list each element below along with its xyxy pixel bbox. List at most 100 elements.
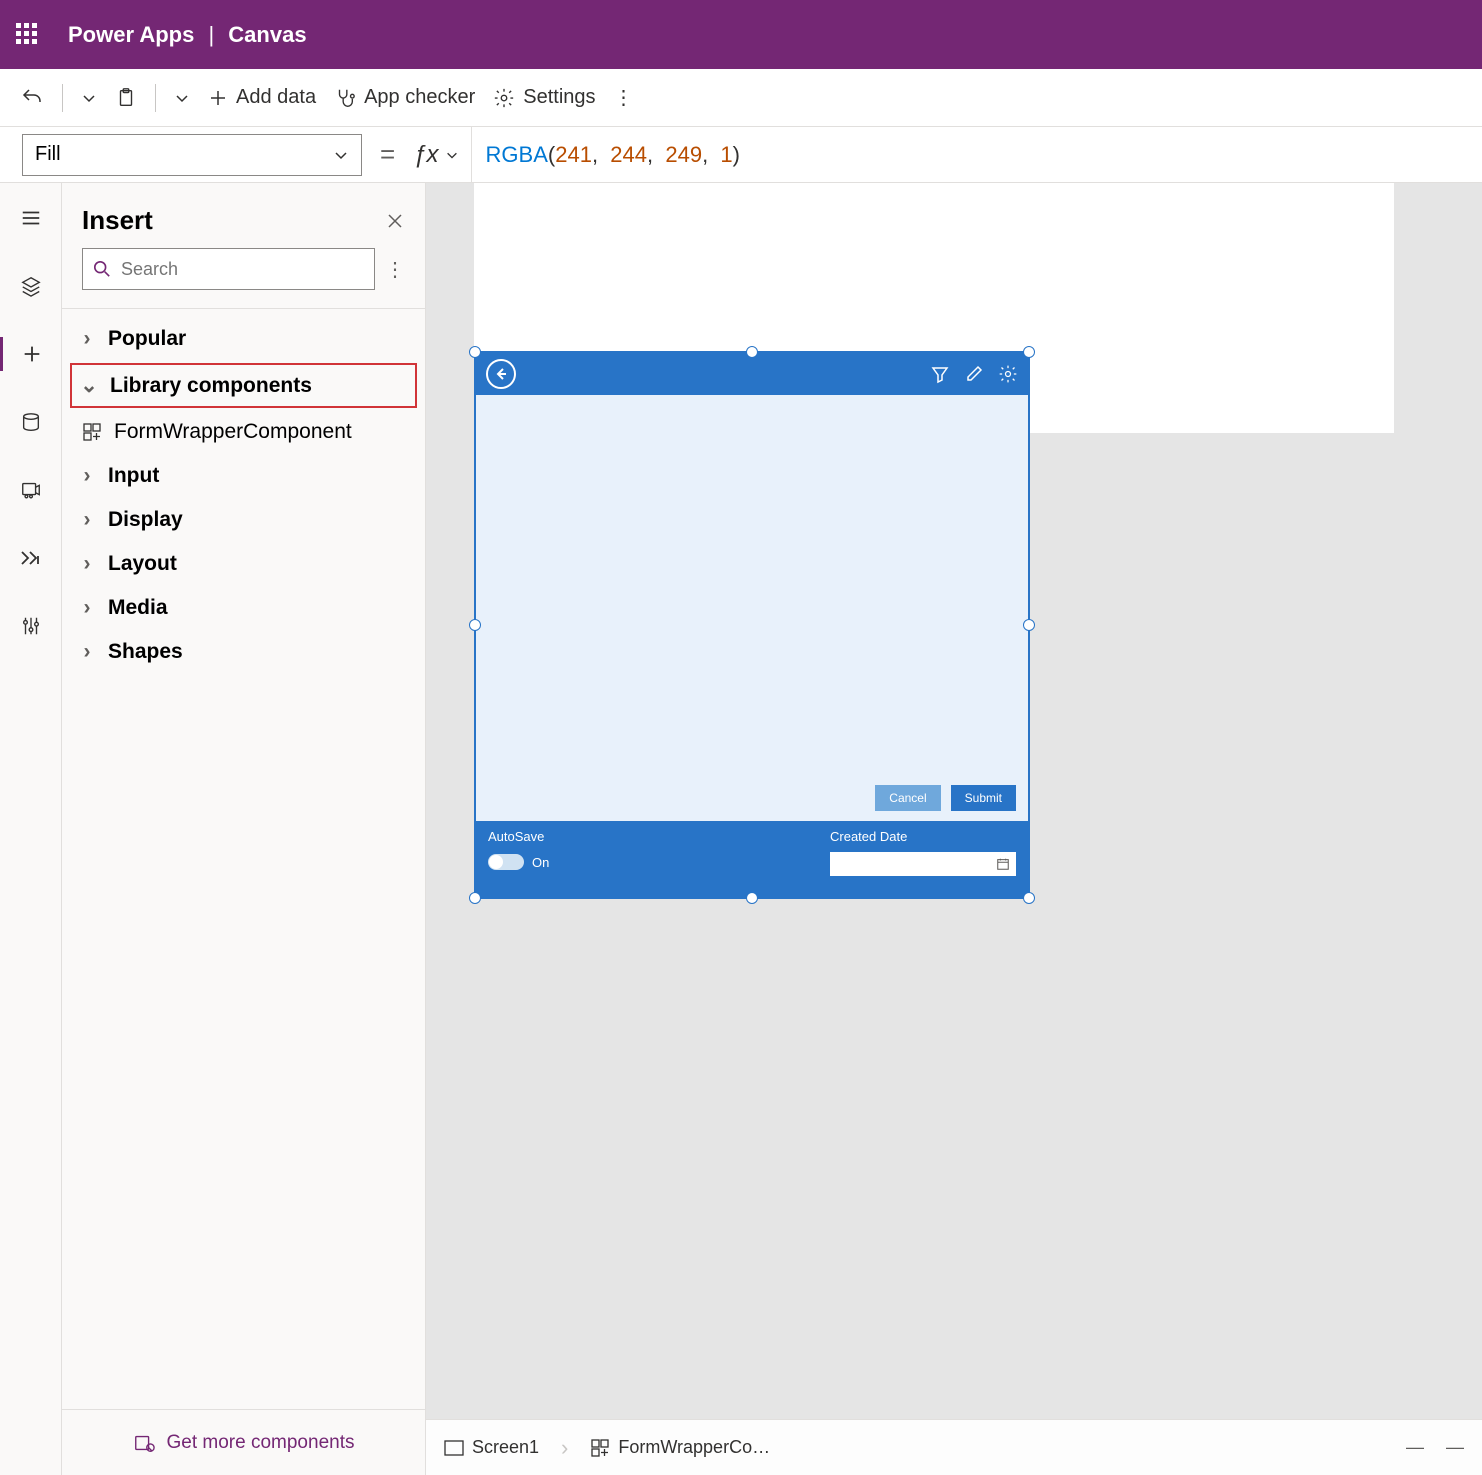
tools-button[interactable]	[0, 609, 61, 643]
app-name: Power Apps	[68, 22, 194, 47]
resize-handle[interactable]	[469, 619, 481, 631]
formula-function: RGBA	[486, 142, 548, 168]
tree-view-button[interactable]	[0, 269, 61, 303]
get-more-label: Get more components	[167, 1432, 355, 1454]
canvas[interactable]: Cancel Submit AutoSave On Created Date	[426, 183, 1482, 1419]
resize-handle[interactable]	[746, 346, 758, 358]
category-label: Popular	[108, 327, 186, 351]
filter-icon	[930, 364, 950, 384]
close-panel-button[interactable]	[385, 211, 405, 231]
breadcrumb-label: Screen1	[472, 1437, 539, 1458]
paste-button[interactable]	[115, 87, 137, 109]
media-button[interactable]	[0, 473, 61, 507]
fx-icon: ƒx	[413, 141, 438, 169]
more-vertical-icon: ⋮	[614, 85, 634, 110]
formula-input[interactable]: RGBA(241, 244, 249, 1)	[471, 127, 1460, 182]
waffle-icon[interactable]	[16, 23, 40, 47]
category-layout[interactable]: › Layout	[62, 542, 425, 586]
autosave-label: AutoSave	[488, 829, 806, 844]
toolbar-overflow[interactable]: ⋮	[614, 85, 634, 110]
filter-button[interactable]	[930, 364, 950, 384]
flows-button[interactable]	[0, 541, 61, 575]
category-media[interactable]: › Media	[62, 586, 425, 630]
category-label: Display	[108, 508, 183, 532]
category-input[interactable]: › Input	[62, 454, 425, 498]
category-shapes[interactable]: › Shapes	[62, 630, 425, 674]
component-formwrapper[interactable]: FormWrapperComponent	[62, 410, 425, 454]
stethoscope-icon	[334, 87, 356, 109]
submit-button[interactable]: Submit	[951, 785, 1016, 811]
close-icon	[385, 211, 405, 231]
search-input-wrapper[interactable]	[82, 248, 375, 290]
media-icon	[20, 479, 42, 501]
equals-sign: =	[374, 139, 401, 170]
panel-more-button[interactable]: ⋮	[385, 257, 405, 282]
data-button[interactable]	[0, 405, 61, 439]
app-checker-button[interactable]: App checker	[334, 86, 475, 109]
property-selector[interactable]: Fill	[22, 134, 362, 176]
component-settings-button[interactable]	[998, 364, 1018, 384]
app-checker-label: App checker	[364, 86, 475, 109]
resize-handle[interactable]	[469, 346, 481, 358]
breadcrumb-screen[interactable]: Screen1	[444, 1437, 539, 1458]
add-data-button[interactable]: Add data	[208, 86, 316, 109]
selected-component[interactable]: Cancel Submit AutoSave On Created Date	[474, 351, 1030, 899]
autosave-value: On	[532, 855, 549, 870]
command-bar: Add data App checker Settings ⋮	[0, 69, 1482, 127]
sliders-icon	[20, 615, 42, 637]
canvas-area: Cancel Submit AutoSave On Created Date	[426, 183, 1482, 1475]
fx-button[interactable]: ƒx	[413, 141, 458, 169]
breadcrumb-component[interactable]: FormWrapperCo…	[590, 1437, 770, 1458]
left-rail	[0, 183, 62, 1475]
back-button[interactable]	[486, 359, 516, 389]
chevron-down-icon	[81, 90, 97, 106]
formula-arg: 241	[555, 142, 592, 168]
chevron-right-icon: ›	[78, 464, 96, 488]
resize-handle[interactable]	[1023, 346, 1035, 358]
chevron-down-icon: ⌄	[80, 373, 98, 398]
search-input[interactable]	[121, 259, 364, 280]
category-library-components[interactable]: ⌄ Library components	[70, 363, 417, 408]
toolbar-sep	[155, 84, 156, 112]
autosave-toggle[interactable]: On	[488, 854, 806, 870]
breadcrumb-bar: Screen1 › FormWrapperCo… — —	[426, 1419, 1482, 1475]
category-label: Library components	[110, 374, 312, 398]
search-icon	[93, 260, 111, 278]
component-icon	[590, 1438, 610, 1458]
settings-button[interactable]: Settings	[493, 86, 595, 109]
chevron-down-icon	[445, 148, 459, 162]
resize-handle[interactable]	[1023, 619, 1035, 631]
formula-arg: 244	[610, 142, 647, 168]
created-date-label: Created Date	[830, 829, 1016, 844]
component-body: Cancel Submit	[476, 395, 1028, 821]
chevron-right-icon: ›	[78, 596, 96, 620]
chevron-right-icon: ›	[78, 552, 96, 576]
category-display[interactable]: › Display	[62, 498, 425, 542]
get-more-components-button[interactable]: Get more components	[62, 1409, 425, 1475]
resize-handle[interactable]	[746, 892, 758, 904]
component-icon	[82, 422, 102, 442]
hamburger-button[interactable]	[0, 201, 61, 235]
panel-title: Insert	[82, 205, 153, 236]
breadcrumb-sep: ›	[561, 1435, 568, 1461]
resize-handle[interactable]	[1023, 892, 1035, 904]
edit-button[interactable]	[964, 364, 984, 384]
undo-button[interactable]	[20, 86, 44, 110]
formula-bar: Fill = ƒx RGBA(241, 244, 249, 1)	[0, 127, 1482, 183]
created-date-input[interactable]	[830, 852, 1016, 876]
category-popular[interactable]: › Popular	[62, 317, 425, 361]
category-label: Media	[108, 596, 168, 620]
resize-handle[interactable]	[469, 892, 481, 904]
paste-menu[interactable]	[174, 90, 190, 106]
more-vertical-icon: ⋮	[385, 259, 405, 281]
insert-button[interactable]	[0, 337, 61, 371]
undo-menu[interactable]	[81, 90, 97, 106]
zoom-dash: —	[1446, 1437, 1464, 1458]
calendar-icon	[996, 857, 1010, 871]
pencil-icon	[964, 364, 984, 384]
category-tree: › Popular ⌄ Library components FormWrapp…	[62, 308, 425, 1409]
zoom-out-button[interactable]: —	[1406, 1437, 1424, 1458]
add-data-label: Add data	[236, 86, 316, 109]
cancel-button[interactable]: Cancel	[875, 785, 940, 811]
title-separator: |	[208, 22, 214, 47]
